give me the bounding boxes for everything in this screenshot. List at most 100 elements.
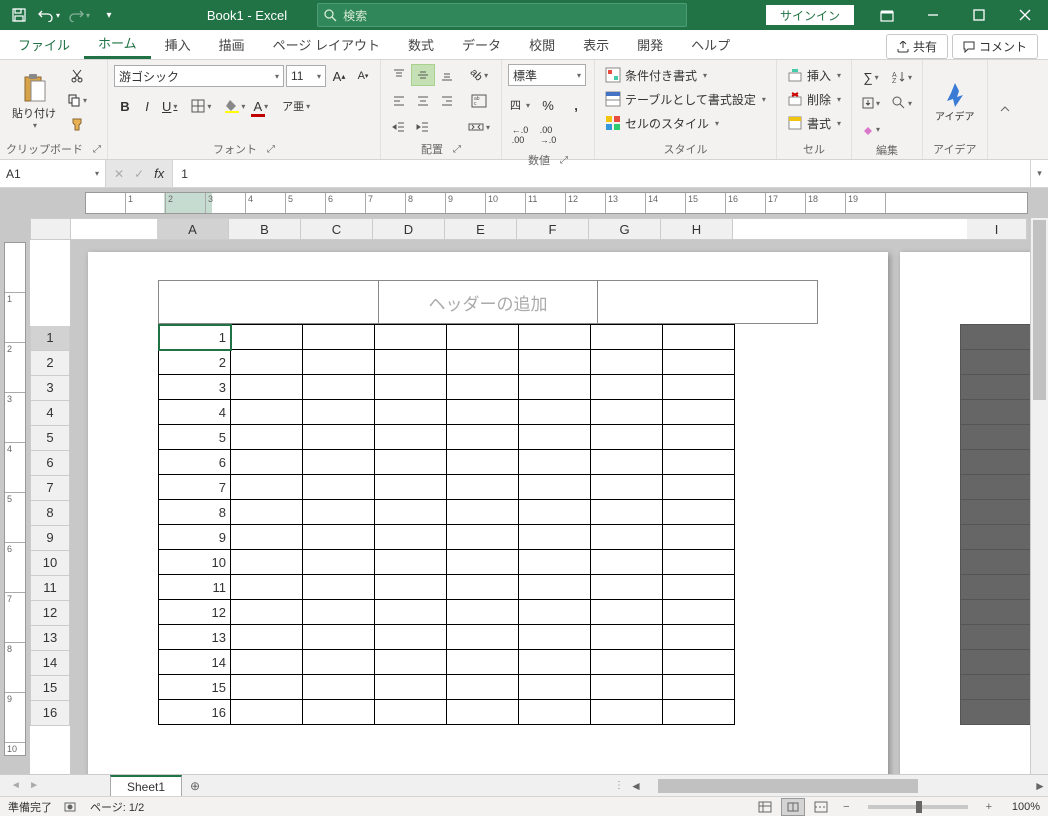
cell[interactable] <box>303 400 375 425</box>
cell[interactable] <box>231 375 303 400</box>
cell[interactable] <box>519 400 591 425</box>
cell[interactable] <box>519 500 591 525</box>
cell[interactable] <box>663 650 735 675</box>
cell[interactable] <box>231 600 303 625</box>
cell[interactable] <box>519 350 591 375</box>
autosum-button[interactable]: ∑▾ <box>858 66 884 88</box>
cell[interactable] <box>303 650 375 675</box>
select-all-corner[interactable] <box>31 219 71 239</box>
cell[interactable] <box>375 350 447 375</box>
phonetic-button[interactable]: ア亜▾ <box>278 95 314 117</box>
cell[interactable] <box>375 525 447 550</box>
cell[interactable] <box>591 450 663 475</box>
row-header[interactable]: 11 <box>30 576 70 601</box>
undo-button[interactable]: ▾ <box>36 2 62 28</box>
ribbon-options-button[interactable] <box>864 0 910 30</box>
expand-formula-bar[interactable]: ▾ <box>1030 160 1048 187</box>
align-middle-button[interactable] <box>411 64 435 86</box>
tab-page-layout[interactable]: ページ レイアウト <box>259 29 394 59</box>
cell[interactable]: 4 <box>159 400 231 425</box>
tab-draw[interactable]: 描画 <box>205 29 259 59</box>
decrease-font-button[interactable]: A▾ <box>352 65 374 87</box>
clipboard-launcher[interactable]: ⤢ <box>93 144 101 155</box>
cell[interactable]: 12 <box>159 600 231 625</box>
row-header[interactable]: 7 <box>30 476 70 501</box>
increase-indent-button[interactable] <box>411 116 435 138</box>
cell[interactable] <box>375 675 447 700</box>
comment-button[interactable]: コメント <box>952 34 1038 59</box>
cell[interactable]: 14 <box>159 650 231 675</box>
tab-view[interactable]: 表示 <box>569 29 623 59</box>
italic-button[interactable]: I <box>136 95 158 117</box>
bold-button[interactable]: B <box>114 95 136 117</box>
redo-button[interactable]: ▾ <box>66 2 92 28</box>
wrap-text-button[interactable]: abc <box>463 90 495 112</box>
cell[interactable] <box>447 650 519 675</box>
tab-data[interactable]: データ <box>448 29 515 59</box>
normal-view-button[interactable] <box>753 798 777 816</box>
cell[interactable] <box>231 525 303 550</box>
cell[interactable]: 6 <box>159 450 231 475</box>
column-header[interactable]: A <box>157 219 229 239</box>
cell[interactable] <box>447 525 519 550</box>
header-right[interactable] <box>597 280 818 324</box>
name-box[interactable]: A1▾ <box>0 160 106 187</box>
cell[interactable] <box>519 450 591 475</box>
maximize-button[interactable] <box>956 0 1002 30</box>
format-painter-button[interactable] <box>66 114 88 134</box>
zoom-out-button[interactable]: − <box>843 801 849 813</box>
cell[interactable] <box>519 325 591 350</box>
fx-button[interactable]: fx <box>154 166 164 181</box>
cell[interactable] <box>663 500 735 525</box>
cell[interactable] <box>375 600 447 625</box>
cell[interactable] <box>663 475 735 500</box>
cell[interactable] <box>231 350 303 375</box>
cell[interactable] <box>663 575 735 600</box>
align-top-button[interactable] <box>387 64 411 86</box>
cell[interactable] <box>303 500 375 525</box>
cell[interactable] <box>519 625 591 650</box>
delete-cells-button[interactable]: 削除▾ <box>783 88 845 110</box>
orientation-button[interactable]: ab▾ <box>463 64 495 86</box>
cell[interactable] <box>663 400 735 425</box>
cell[interactable] <box>375 650 447 675</box>
align-bottom-button[interactable] <box>435 64 459 86</box>
cell[interactable] <box>447 500 519 525</box>
cell-styles-button[interactable]: セルのスタイル▾ <box>601 112 770 134</box>
cell[interactable] <box>303 550 375 575</box>
format-cells-button[interactable]: 書式▾ <box>783 112 845 134</box>
cell[interactable] <box>961 375 1033 400</box>
find-select-button[interactable]: ▾ <box>888 92 916 114</box>
cell[interactable] <box>303 450 375 475</box>
cell[interactable] <box>231 500 303 525</box>
cell[interactable] <box>519 575 591 600</box>
cell[interactable] <box>375 700 447 725</box>
cell[interactable] <box>519 675 591 700</box>
cell[interactable] <box>375 475 447 500</box>
row-header[interactable]: 12 <box>30 601 70 626</box>
cell[interactable]: 5 <box>159 425 231 450</box>
page-layout-view-button[interactable] <box>781 798 805 816</box>
cell[interactable] <box>303 625 375 650</box>
cell-grid[interactable]: 12345678910111213141516 <box>158 324 735 725</box>
row-header[interactable]: 2 <box>30 351 70 376</box>
enter-formula-button[interactable]: ✓ <box>134 167 144 181</box>
cell[interactable] <box>303 425 375 450</box>
cell[interactable] <box>961 500 1033 525</box>
cell[interactable] <box>961 600 1033 625</box>
alignment-launcher[interactable]: ⤢ <box>453 144 461 155</box>
cell[interactable] <box>961 400 1033 425</box>
page-break-view-button[interactable] <box>809 798 833 816</box>
cell[interactable] <box>663 450 735 475</box>
decrease-decimal-button[interactable]: .00→.0 <box>536 124 560 146</box>
cell[interactable] <box>961 325 1033 350</box>
row-header[interactable]: 16 <box>30 701 70 726</box>
tab-insert[interactable]: 挿入 <box>151 29 205 59</box>
cell[interactable] <box>303 350 375 375</box>
cell[interactable] <box>591 575 663 600</box>
accounting-format-button[interactable]: 四▾ <box>508 94 532 116</box>
cell[interactable] <box>447 625 519 650</box>
cell[interactable] <box>447 375 519 400</box>
cell[interactable] <box>375 450 447 475</box>
header-center[interactable]: ヘッダーの追加 <box>379 280 598 324</box>
